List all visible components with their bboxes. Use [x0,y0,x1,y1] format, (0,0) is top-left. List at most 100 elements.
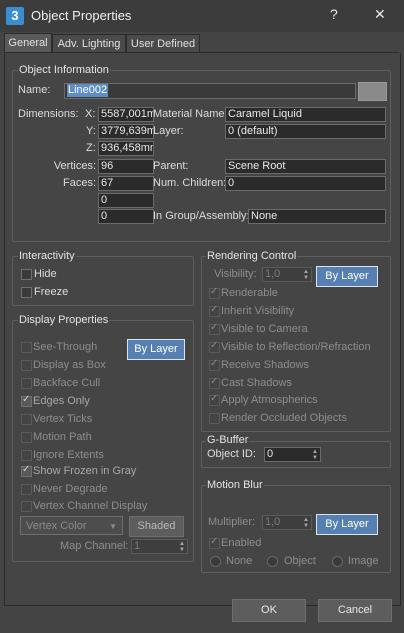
shaded-button[interactable]: Shaded [129,516,184,537]
name-value: Line002 [67,84,109,97]
visibility-value: 1,0 [265,268,281,280]
vertex-channel-display-label: Vertex Channel Display [33,500,148,512]
render-occluded-label: Render Occluded Objects [221,412,347,424]
enabled-label: Enabled [221,537,262,549]
group-assembly-field: None [248,209,386,224]
faces-label: Faces: [62,177,96,189]
freeze-checkbox[interactable] [21,287,32,298]
visible-to-reflection-checkbox[interactable]: ✓ [209,340,220,353]
vertex-channel-display-checkbox[interactable] [21,501,32,512]
see-through-label: See-Through [33,341,98,353]
display-as-box-checkbox[interactable] [21,360,32,371]
z-label: Z: [86,142,96,154]
x-dimension-field: 5587,001m [98,107,154,122]
check-icon: ✓ [210,393,219,404]
display-properties-title: Display Properties [18,314,110,326]
spinner-arrows-icon: ▲ ▼ [179,541,185,553]
help-icon[interactable]: ? [330,6,338,22]
blank-count-field-1: 0 [98,193,154,208]
vertex-color-value: Vertex Color [26,520,87,532]
multiplier-value: 1,0 [265,516,281,528]
show-frozen-gray-checkbox[interactable]: ✓ [21,464,32,477]
object-color-swatch[interactable] [358,82,387,101]
dimensions-label: Dimensions: [18,108,79,120]
hide-checkbox[interactable] [21,269,32,280]
backface-cull-label: Backface Cull [33,377,101,389]
multiplier-label: Multiplier: [208,516,256,528]
material-name-label: Material Name: [153,108,228,120]
close-icon[interactable]: ✕ [374,6,386,23]
motion-blur-title: Motion Blur [206,479,264,491]
y-dimension-field: 3779,639m [98,124,154,139]
ok-button[interactable]: OK [232,599,306,622]
material-name-field: Caramel Liquid [225,107,386,122]
tab-user-defined[interactable]: User Defined [126,34,200,53]
multiplier-spinner[interactable]: 1,0 ▲ ▼ [262,515,312,530]
motion-blur-by-layer-button[interactable]: By Layer [316,514,378,535]
z-dimension-field: 936,458mm [98,141,154,156]
num-children-label: Num. Children: [153,177,227,189]
visible-to-reflection-label: Visible to Reflection/Refraction [221,341,371,353]
y-label: Y: [86,125,96,137]
edges-only-label: Edges Only [33,395,90,407]
backface-cull-checkbox[interactable] [21,378,32,389]
none-radio-label: None [226,555,253,567]
spinner-arrows-icon: ▲ ▼ [312,449,318,461]
interactivity-title: Interactivity [18,250,76,262]
edges-only-checkbox[interactable]: ✓ [21,394,32,407]
layer-field: 0 (default) [225,124,386,139]
display-as-box-label: Display as Box [33,359,106,371]
inherit-visibility-label: Inherit Visibility [221,305,295,317]
apply-atmospherics-label: Apply Atmospherics [221,394,318,406]
check-icon: ✓ [210,340,219,351]
never-degrade-checkbox[interactable] [21,484,32,495]
enabled-checkbox[interactable]: ✓ [209,536,220,549]
vertex-ticks-checkbox[interactable] [21,414,32,425]
map-channel-spinner[interactable]: 1 ▲ ▼ [131,539,188,554]
cast-shadows-checkbox[interactable]: ✓ [209,376,220,389]
hide-label: Hide [34,268,57,280]
vertex-ticks-label: Vertex Ticks [33,413,93,425]
cast-shadows-label: Cast Shadows [221,377,292,389]
visible-to-camera-label: Visible to Camera [221,323,308,335]
vertex-color-dropdown[interactable]: Vertex Color ▼ [20,516,123,535]
object-radio[interactable] [267,556,278,567]
see-through-checkbox[interactable] [21,342,32,353]
renderable-checkbox[interactable]: ✓ [209,286,220,299]
apply-atmospherics-checkbox[interactable]: ✓ [209,393,220,406]
name-label: Name: [18,84,51,96]
tab-general[interactable]: General [4,33,52,54]
object-id-value: 0 [267,448,274,460]
check-icon: ✓ [210,536,219,547]
window-title: Object Properties [31,8,132,23]
motion-path-checkbox[interactable] [21,432,32,443]
name-field[interactable]: Line002 [64,83,356,99]
check-icon: ✓ [210,286,219,297]
render-occluded-checkbox[interactable] [209,413,220,424]
object-id-spinner[interactable]: 0 ▲ ▼ [264,447,321,462]
freeze-label: Freeze [34,286,69,298]
object-information-title: Object Information [18,64,110,76]
renderable-label: Renderable [221,287,278,299]
check-icon: ✓ [210,358,219,369]
vertices-label: Vertices: [53,160,96,172]
visible-to-camera-checkbox[interactable]: ✓ [209,322,220,335]
receive-shadows-checkbox[interactable]: ✓ [209,358,220,371]
visibility-spinner[interactable]: 1,0 ▲ ▼ [262,267,312,282]
image-radio[interactable] [332,556,343,567]
check-icon: ✓ [210,376,219,387]
rendering-by-layer-button[interactable]: By Layer [316,266,378,287]
display-by-layer-button[interactable]: By Layer [127,339,185,360]
num-children-field: 0 [225,176,386,191]
rendering-control-title: Rendering Control [206,250,298,262]
ignore-extents-checkbox[interactable] [21,450,32,461]
visibility-label: Visibility: [214,268,257,280]
check-icon: ✓ [22,394,31,405]
none-radio[interactable] [210,556,221,567]
spinner-arrows-icon: ▲ ▼ [303,269,309,281]
spinner-arrows-icon: ▲ ▼ [303,517,309,529]
tab-adv-lighting[interactable]: Adv. Lighting [52,34,126,53]
inherit-visibility-checkbox[interactable]: ✓ [209,304,220,317]
chevron-down-icon: ▼ [109,522,117,531]
cancel-button[interactable]: Cancel [318,599,392,622]
